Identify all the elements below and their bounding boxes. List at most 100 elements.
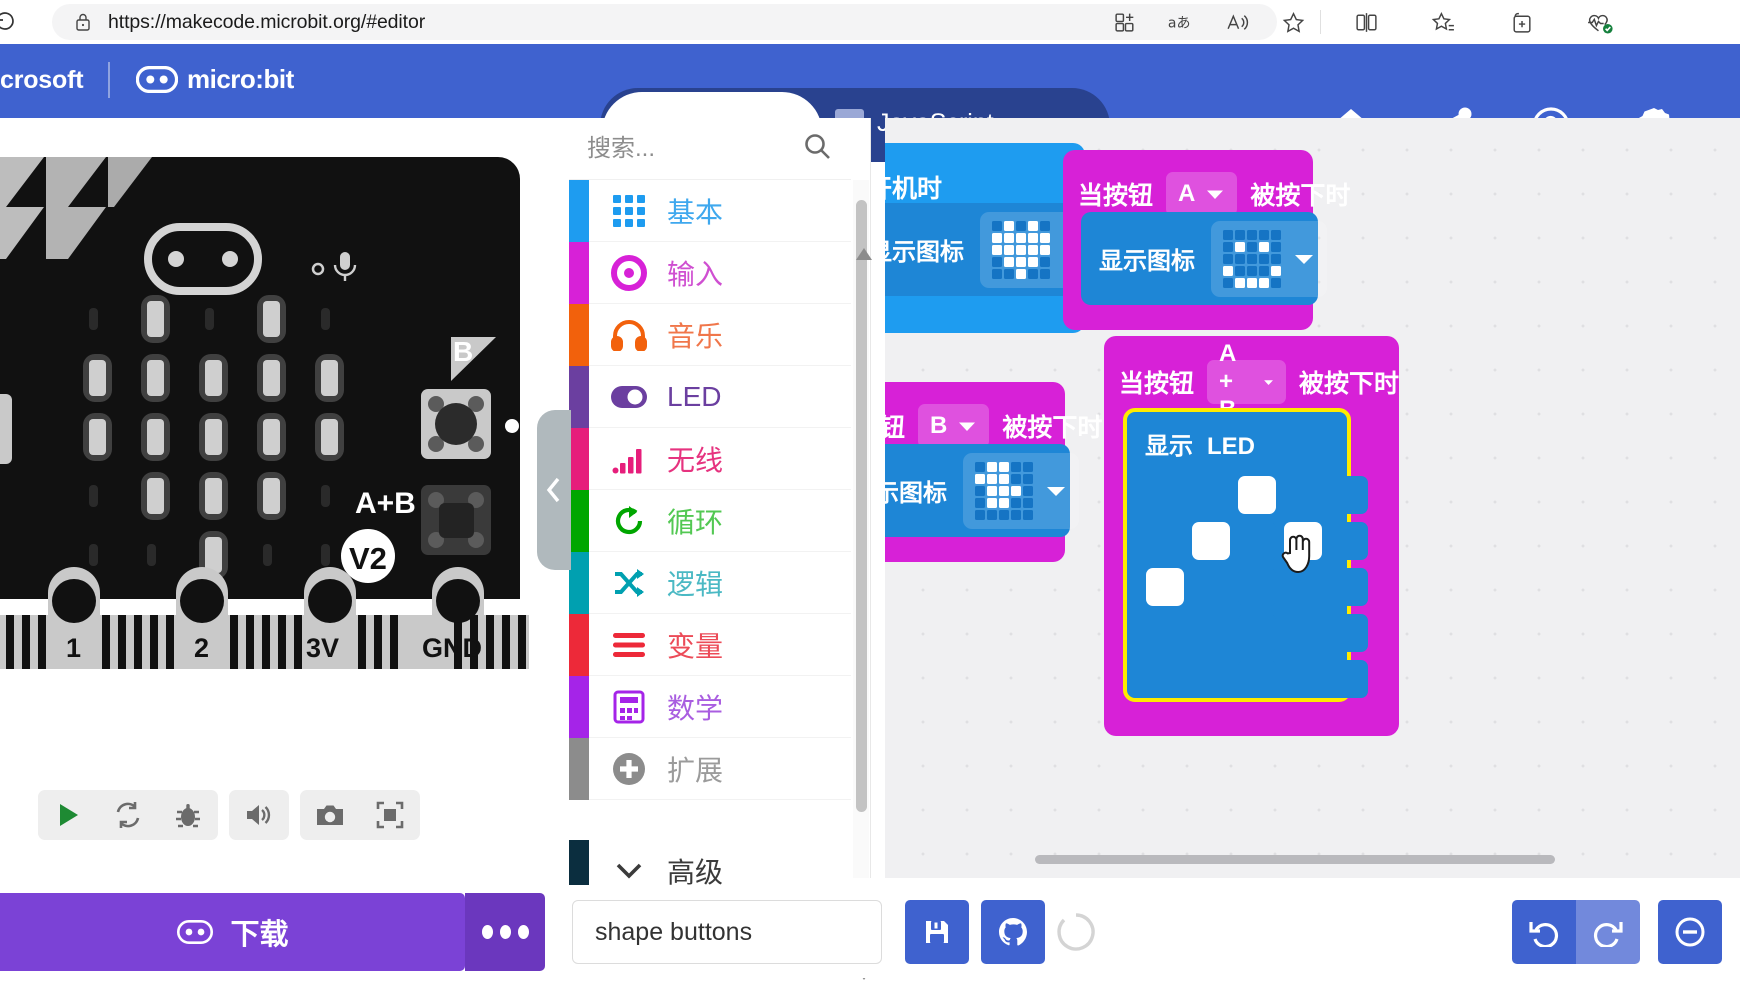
search-input[interactable] xyxy=(587,134,802,163)
read-aloud-icon[interactable] xyxy=(1216,2,1258,42)
github-button[interactable] xyxy=(981,900,1045,964)
microbit-logo[interactable]: micro:bit xyxy=(136,64,294,95)
led-toggle-0-3[interactable] xyxy=(1284,476,1322,514)
toolbox-category-8[interactable]: 变量 xyxy=(569,614,851,676)
led-toggle-2-1[interactable] xyxy=(1192,568,1230,606)
microbit-simulator-board[interactable]: B A+B V2 1 2 3V GND xyxy=(0,149,529,669)
blocks-workspace[interactable]: 当开机时 显示图标 当按钮 A 被按下时 显示图标 当按钮 B xyxy=(885,118,1740,878)
toolbox-category-9[interactable]: 数学 xyxy=(569,676,851,738)
led-toggle-2-0[interactable] xyxy=(1146,568,1184,606)
led-toggle-1-3[interactable] xyxy=(1284,522,1322,560)
led-toggle-3-3[interactable] xyxy=(1284,614,1322,652)
toolbox-category-2[interactable]: 输入 xyxy=(569,242,851,304)
debug-button[interactable] xyxy=(158,790,218,840)
play-button[interactable] xyxy=(38,790,98,840)
icon-pixel-4-2 xyxy=(999,509,1009,520)
led-toggle-0-2[interactable] xyxy=(1238,476,1276,514)
address-bar[interactable]: https://makecode.microbit.org/#editor xyxy=(52,4,1277,40)
toggle-icon xyxy=(609,377,649,417)
toolbox-scrollbar-thumb[interactable] xyxy=(856,200,867,812)
block-show-icon-2[interactable]: 显示图标 xyxy=(1081,212,1327,305)
led-toggle-4-3[interactable] xyxy=(1284,660,1322,698)
toolbox-category-3[interactable]: 音乐 xyxy=(569,304,851,366)
mute-button[interactable] xyxy=(229,790,289,840)
toolbox-category-1[interactable]: 基本 xyxy=(569,180,851,242)
led-toggle-0-1[interactable] xyxy=(1192,476,1230,514)
icon-picker-field-2[interactable] xyxy=(1211,220,1327,297)
browser-essentials-icon[interactable] xyxy=(1578,2,1620,42)
chevron-down-icon xyxy=(1264,379,1273,385)
collections-icon[interactable] xyxy=(1422,2,1464,42)
icon-pixel-2-1 xyxy=(1235,253,1245,264)
led-toggle-1-2[interactable] xyxy=(1238,522,1276,560)
translate-icon[interactable]: aあ xyxy=(1160,2,1202,42)
reload-icon[interactable] xyxy=(0,3,24,41)
icon-picker-field-3[interactable] xyxy=(963,452,1079,529)
block-show-icon-3[interactable]: 显示图标 xyxy=(885,444,1079,537)
icon-pixel-4-3 xyxy=(1259,277,1269,288)
block-show-leds[interactable]: 显示 LED xyxy=(1123,408,1368,702)
restart-button[interactable] xyxy=(98,790,158,840)
icon-pixel-4-1 xyxy=(987,509,997,520)
block-show-leds-label-1: 显示 xyxy=(1145,433,1193,460)
led-toggle-2-4[interactable] xyxy=(1330,568,1368,606)
fullscreen-button[interactable] xyxy=(360,790,420,840)
project-name-input[interactable] xyxy=(572,900,882,964)
sim-pin-label-2: 2 xyxy=(194,633,209,663)
screenshot-button[interactable] xyxy=(300,790,360,840)
led-toggle-3-4[interactable] xyxy=(1330,614,1368,652)
led-toggle-1-1[interactable] xyxy=(1192,522,1230,560)
led-toggle-3-1[interactable] xyxy=(1192,614,1230,652)
split-screen-icon[interactable] xyxy=(1345,2,1387,42)
workspace-hscrollbar-thumb[interactable] xyxy=(1035,855,1555,864)
icon-pixel-1-4 xyxy=(1040,232,1050,243)
led-toggle-4-1[interactable] xyxy=(1192,660,1230,698)
icon-pixel-0-1 xyxy=(1004,220,1014,231)
led-toggle-4-0[interactable] xyxy=(1146,660,1184,698)
toolbox-category-10[interactable]: 扩展 xyxy=(569,738,851,800)
download-button[interactable]: 下载 xyxy=(0,893,465,971)
scroll-up-arrow-icon[interactable] xyxy=(855,246,873,267)
block-on-button-a-label-left: 当按钮 xyxy=(1078,182,1154,210)
led-toggle-2-3[interactable] xyxy=(1284,568,1322,606)
icon-pixel-0-2 xyxy=(999,461,1009,472)
sim-led-4-4 xyxy=(321,544,330,566)
save-button[interactable] xyxy=(905,900,969,964)
toolbox-category-6[interactable]: 循环 xyxy=(569,490,851,552)
search-icon[interactable] xyxy=(802,131,832,166)
icon-pixel-1-2 xyxy=(999,473,1009,484)
icon-pixel-3-0 xyxy=(992,256,1002,267)
icon-pixel-1-3 xyxy=(1011,473,1021,484)
led-toggle-1-4[interactable] xyxy=(1330,522,1368,560)
button-select-b[interactable]: B xyxy=(918,404,990,448)
led-toggle-0-4[interactable] xyxy=(1330,476,1368,514)
led-toggle-4-4[interactable] xyxy=(1330,660,1368,698)
more-menu-button[interactable] xyxy=(465,893,545,971)
icon-pixel-3-0 xyxy=(975,497,985,508)
collapse-simulator-button[interactable] xyxy=(537,410,571,570)
zoom-out-icon xyxy=(1675,917,1705,947)
zoom-out-button[interactable] xyxy=(1658,900,1722,964)
led-toggle-1-0[interactable] xyxy=(1146,522,1184,560)
led-toggle-2-2[interactable] xyxy=(1238,568,1276,606)
button-select-ab[interactable]: A + B xyxy=(1207,340,1286,423)
button-select-a[interactable]: A xyxy=(1166,172,1238,216)
led-toggle-3-2[interactable] xyxy=(1238,614,1276,652)
browser-toolbar: https://makecode.microbit.org/#editor aあ xyxy=(0,0,1740,44)
icon-pixel-0-3 xyxy=(1028,220,1038,231)
led-toggle-4-2[interactable] xyxy=(1238,660,1276,698)
toolbox-search-row xyxy=(569,118,851,180)
undo-button[interactable] xyxy=(1512,900,1576,964)
led-toggle-3-0[interactable] xyxy=(1146,614,1184,652)
toolbox-category-7[interactable]: 逻辑 xyxy=(569,552,851,614)
split-add-icon[interactable] xyxy=(1104,2,1146,42)
tab-actions-icon[interactable] xyxy=(1500,2,1542,42)
led-toggle-0-0[interactable] xyxy=(1146,476,1184,514)
sim-led-2-4 xyxy=(321,419,338,455)
toolbox-category-5[interactable]: 无线 xyxy=(569,428,851,490)
toolbox-category-4[interactable]: LED xyxy=(569,366,851,428)
favorite-star-icon[interactable] xyxy=(1272,2,1314,42)
icon-pixel-3-3 xyxy=(1028,256,1038,267)
led-matrix-field[interactable] xyxy=(1146,476,1368,698)
redo-button[interactable] xyxy=(1576,900,1640,964)
